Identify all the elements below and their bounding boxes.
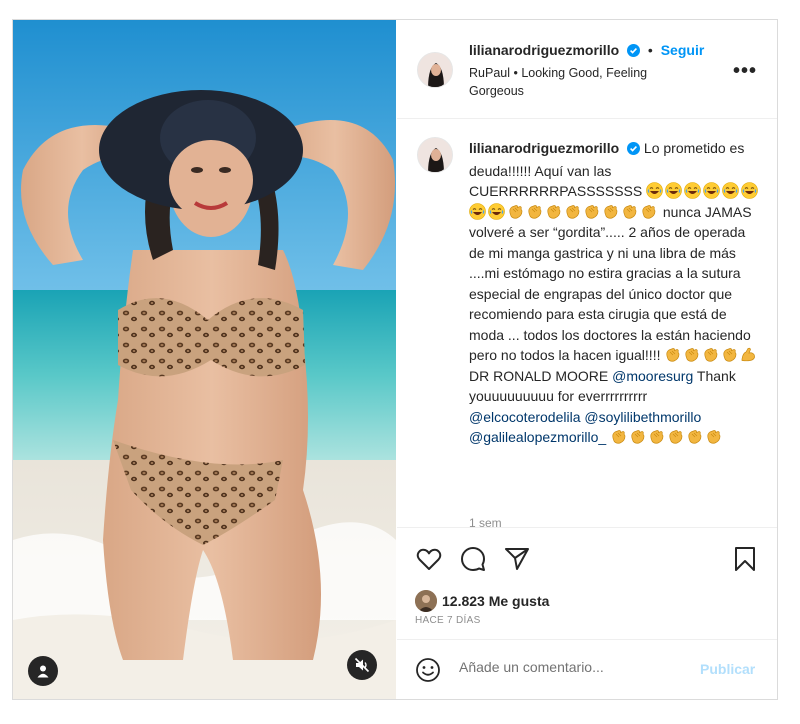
caption-text: lilianarodriguezmorillo Lo prometido es … xyxy=(469,138,761,448)
post-header: lilianarodriguezmorillo • Seguir RuPaul … xyxy=(397,20,777,119)
clapping-emoji xyxy=(564,203,581,220)
comment-icon[interactable] xyxy=(459,545,487,573)
clapping-emoji xyxy=(664,346,681,363)
likes-row[interactable]: 12.823 Me gusta xyxy=(415,590,549,612)
muted-speaker-icon xyxy=(354,657,370,673)
caption-timestamp[interactable]: 1 sem xyxy=(469,516,502,527)
avatar-image xyxy=(418,138,452,172)
emoji-picker-icon[interactable] xyxy=(415,657,441,683)
flexed-biceps-emoji xyxy=(740,346,757,363)
mention-link[interactable]: @elcocoterodelila xyxy=(469,409,581,425)
mute-button[interactable] xyxy=(347,650,377,680)
audio-link[interactable]: RuPaul • Looking Good, Feeling Gorgeous xyxy=(469,64,704,100)
share-icon[interactable] xyxy=(503,545,531,573)
clapping-emoji xyxy=(526,203,543,220)
post-photo xyxy=(13,20,396,699)
emoji-row-2 xyxy=(664,347,759,363)
more-horizontal-icon[interactable]: ••• xyxy=(733,60,757,83)
emoji-row-3 xyxy=(610,429,724,445)
user-tag-button[interactable] xyxy=(28,656,58,686)
header-user-line: lilianarodriguezmorillo • Seguir xyxy=(469,42,704,60)
mention-link[interactable]: @mooresurg xyxy=(612,368,693,384)
action-section: 12.823 Me gusta HACE 7 DÍAS xyxy=(397,527,777,639)
author-avatar[interactable] xyxy=(417,52,453,88)
clapping-emoji xyxy=(683,346,700,363)
caption-username[interactable]: lilianarodriguezmorillo xyxy=(469,140,619,156)
laughing-emoji xyxy=(665,182,682,199)
clapping-emoji xyxy=(686,428,703,445)
post-sidebar: lilianarodriguezmorillo • Seguir RuPaul … xyxy=(397,20,777,699)
caption-avatar[interactable] xyxy=(417,137,453,173)
mention-link[interactable]: @soylilibethmorillo xyxy=(584,409,701,425)
mention-link[interactable]: @galilealopezmorillo_ xyxy=(469,429,606,445)
laughing-emoji xyxy=(722,182,739,199)
clapping-emoji xyxy=(507,203,524,220)
clapping-emoji xyxy=(629,428,646,445)
laughing-emoji xyxy=(703,182,720,199)
laughing-emoji xyxy=(741,182,758,199)
separator-dot: • xyxy=(647,42,653,58)
clapping-emoji xyxy=(545,203,562,220)
post-date[interactable]: HACE 7 DÍAS xyxy=(415,615,481,626)
clapping-emoji xyxy=(648,428,665,445)
clapping-emoji xyxy=(667,428,684,445)
heart-icon[interactable] xyxy=(415,545,443,573)
comment-bar: Publicar xyxy=(397,639,777,699)
publish-button[interactable]: Publicar xyxy=(700,661,755,677)
author-username[interactable]: lilianarodriguezmorillo xyxy=(469,42,619,58)
clapping-emoji xyxy=(610,428,627,445)
bookmark-icon[interactable] xyxy=(731,545,759,573)
caption-section: lilianarodriguezmorillo Lo prometido es … xyxy=(397,120,777,527)
clapping-emoji xyxy=(583,203,600,220)
verified-badge-icon xyxy=(627,44,641,60)
likes-count[interactable]: 12.823 Me gusta xyxy=(442,593,549,609)
caption-body-2: nunca JAMAS volveré a ser “gordita”.....… xyxy=(469,203,752,364)
laughing-emoji xyxy=(488,202,505,220)
clapping-emoji xyxy=(640,203,657,220)
comment-input[interactable] xyxy=(459,659,689,675)
clapping-emoji xyxy=(705,428,722,445)
laughing-emoji xyxy=(646,182,663,199)
instagram-post: lilianarodriguezmorillo • Seguir RuPaul … xyxy=(12,19,778,700)
laughing-emoji xyxy=(469,202,486,220)
liker-avatar xyxy=(415,590,437,612)
avatar-image xyxy=(418,53,452,87)
clapping-emoji xyxy=(702,346,719,363)
laughing-emoji xyxy=(684,182,701,199)
clapping-emoji xyxy=(602,203,619,220)
post-media[interactable] xyxy=(13,20,396,699)
user-tag-icon xyxy=(37,665,49,678)
clapping-emoji xyxy=(721,346,738,363)
caption-body-3: DR RONALD MOORE xyxy=(469,367,609,384)
clapping-emoji xyxy=(621,203,638,220)
follow-button[interactable]: Seguir xyxy=(661,42,705,58)
verified-badge-icon xyxy=(627,140,641,161)
